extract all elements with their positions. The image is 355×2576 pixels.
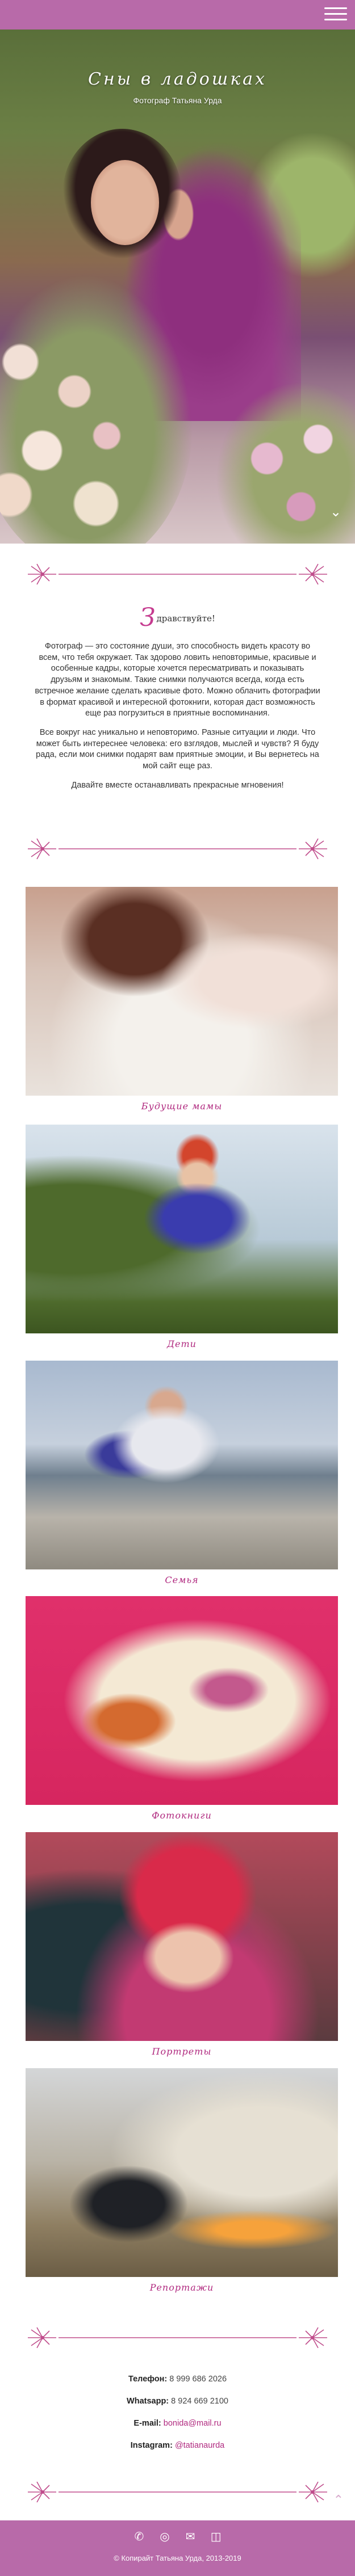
gallery-caption[interactable]: Фотокниги [26,1810,338,1821]
contact-whatsapp: Whatsapp: 8 924 669 2100 [127,2397,228,2406]
ornament-divider [26,835,329,862]
gallery-item-photobooks[interactable]: Фотокниги [26,1596,338,1821]
email-link[interactable]: bonida@mail.ru [164,2419,222,2428]
gallery-item-kids[interactable]: Дети [26,1125,338,1349]
top-bar [0,0,355,30]
gallery-caption[interactable]: Репортажи [26,2282,338,2293]
chevron-down-icon[interactable]: ⌄ [330,504,341,520]
email-icon[interactable]: ✉ [182,2528,198,2544]
gallery-photo[interactable] [26,887,338,1096]
gallery-photo[interactable] [26,1596,338,1805]
phone-icon[interactable]: ✆ [131,2528,147,2544]
gallery-photo[interactable] [26,2068,338,2277]
intro-paragraph: Все вокруг нас уникально и неповторимо. … [36,728,319,771]
intro-paragraph: Давайте вместе останавливать прекрасные … [71,780,284,790]
greeting: Здравствуйте! [140,603,215,632]
ornament-divider [26,2324,329,2351]
copyright: © Копирайт Татьяна Урда, 2013-2019 [114,2554,241,2562]
instagram-link[interactable]: @tatianaurda [175,2441,224,2450]
gallery-item-future-moms[interactable]: Будущие мамы [26,887,338,1112]
gallery-item-reportage[interactable]: Репортажи [26,2068,338,2293]
contacts-section: Телефон: 8 999 686 2026 Whatsapp: 8 924 … [0,2375,355,2463]
whatsapp-icon[interactable]: ◎ [157,2528,173,2544]
gallery-caption[interactable]: Семья [26,1575,338,1585]
site-title: Сны в ладошках [88,69,267,89]
scroll-top-icon[interactable]: ⌃ [333,2493,344,2507]
contact-instagram: Instagram: @tatianaurda [130,2441,225,2450]
gallery-caption[interactable]: Будущие мамы [26,1101,338,1112]
gallery-caption[interactable]: Портреты [26,2046,338,2057]
gallery-item-family[interactable]: Семья [26,1361,338,1585]
gallery-item-portraits[interactable]: Портреты [26,1832,338,2057]
hamburger-menu-icon[interactable] [324,7,347,22]
page: Сны в ладошках Фотограф Татьяна Урда ⌄ З… [0,0,355,2576]
site-subtitle: Фотограф Татьяна Урда [133,96,222,105]
intro-paragraph: Фотограф — это состояние души, это спосо… [35,642,320,718]
contact-phone: Телефон: 8 999 686 2026 [128,2375,227,2384]
gallery-photo[interactable] [26,1361,338,1569]
ornament-divider [26,561,329,588]
gallery-photo[interactable] [26,1125,338,1333]
gallery-caption[interactable]: Дети [26,1338,338,1349]
intro-section: Здравствуйте! Фотограф — это состояние д… [34,603,321,792]
contact-email: E-mail: bonida@mail.ru [133,2419,222,2428]
ornament-divider [26,2478,329,2506]
footer: ✆ ◎ ✉ ◫ © Копирайт Татьяна Урда, 2013-20… [0,2520,355,2576]
hero-banner: Сны в ладошках Фотограф Татьяна Урда ⌄ [0,30,355,544]
social-icons: ✆ ◎ ✉ ◫ [0,2528,355,2544]
instagram-icon[interactable]: ◫ [208,2528,224,2544]
gallery-photo[interactable] [26,1832,338,2041]
